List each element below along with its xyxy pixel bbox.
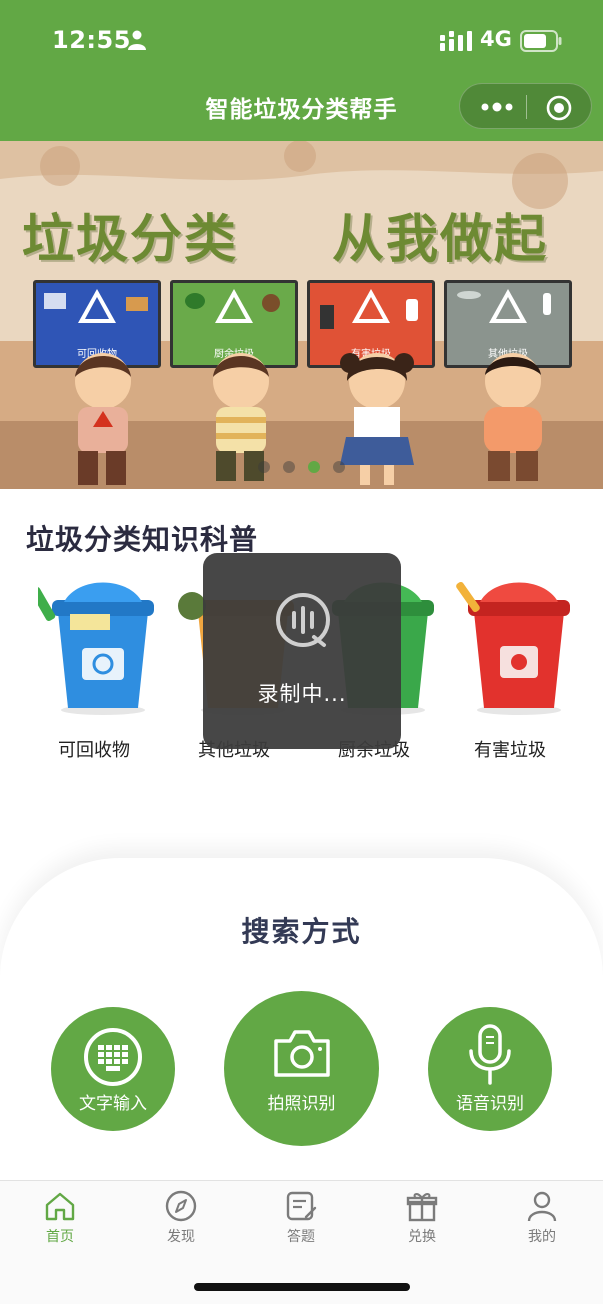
photo-recognition-button[interactable]: 拍照识别 xyxy=(224,991,379,1146)
status-time: 12:55 xyxy=(52,26,131,54)
search-methods-title: 搜索方式 xyxy=(241,915,362,948)
tab-discover-label: 发现 xyxy=(167,1229,195,1245)
recording-toast: 录制中... xyxy=(203,553,401,749)
header: 12:55 4G 智能垃圾分类帮手 xyxy=(0,0,603,141)
tab-discover[interactable]: 发现 xyxy=(141,1189,221,1246)
bin-label-recyclable: 可回收物 xyxy=(58,740,130,761)
status-bar: 12:55 4G xyxy=(0,0,603,80)
tab-exchange-label: 兑换 xyxy=(408,1229,436,1245)
banner-carousel[interactable]: 垃圾分类 从我做起 可回收物 厨余垃圾 有害垃圾 xyxy=(0,141,603,489)
home-indicator[interactable] xyxy=(194,1283,410,1291)
kid-illustration xyxy=(484,353,542,481)
kid-illustration xyxy=(75,353,131,485)
voice-recording-icon xyxy=(276,593,330,647)
capsule-divider xyxy=(526,95,527,119)
compass-icon xyxy=(165,1190,197,1222)
hazard-icon xyxy=(320,289,418,329)
more-icon[interactable] xyxy=(480,99,514,115)
tab-profile-label: 我的 xyxy=(528,1229,556,1245)
microphone-icon xyxy=(469,1024,511,1085)
signal-icon xyxy=(440,31,472,51)
banner-headline-right: 从我做起 xyxy=(332,210,549,270)
text-input-label: 文字输入 xyxy=(79,1094,147,1114)
user-icon xyxy=(527,1191,557,1222)
carousel-dot-active[interactable] xyxy=(308,461,320,473)
battery-icon xyxy=(520,30,562,52)
camera-icon xyxy=(274,1030,330,1077)
carousel-indicator xyxy=(258,461,345,473)
tab-quiz[interactable]: 答题 xyxy=(261,1189,341,1246)
knowledge-section-title: 垃圾分类知识科普 xyxy=(26,523,259,556)
network-type: 4G xyxy=(480,27,512,51)
voice-recognition-button[interactable]: 语音识别 xyxy=(428,1007,552,1131)
bin-recyclable[interactable] xyxy=(38,570,168,720)
recycle-icon xyxy=(44,289,148,323)
tab-exchange[interactable]: 兑换 xyxy=(382,1189,462,1246)
home-icon xyxy=(45,1192,75,1221)
bin-hazardous[interactable] xyxy=(454,570,584,720)
hazardous-bin-icon xyxy=(456,581,570,715)
carousel-dot[interactable] xyxy=(333,461,345,473)
quiz-icon xyxy=(286,1191,317,1221)
photo-recognition-label: 拍照识别 xyxy=(267,1094,336,1114)
mini-program-capsule xyxy=(459,83,592,129)
tab-profile[interactable]: 我的 xyxy=(502,1189,582,1246)
tab-quiz-label: 答题 xyxy=(287,1229,315,1245)
kitchen-waste-icon xyxy=(185,289,280,323)
recording-status-text: 录制中... xyxy=(257,682,347,706)
keyboard-icon xyxy=(84,1028,142,1086)
carousel-dot[interactable] xyxy=(258,461,270,473)
person-icon xyxy=(128,30,146,50)
close-target-icon[interactable] xyxy=(546,95,572,121)
bin-label-hazardous: 有害垃圾 xyxy=(474,740,546,761)
text-input-button[interactable]: 文字输入 xyxy=(51,1007,175,1131)
gift-icon xyxy=(406,1193,438,1222)
tab-home[interactable]: 首页 xyxy=(20,1189,100,1246)
voice-recognition-label: 语音识别 xyxy=(456,1094,524,1114)
tab-home-label: 首页 xyxy=(46,1229,74,1245)
other-waste-icon xyxy=(457,289,551,323)
banner-headline-left: 垃圾分类 xyxy=(22,210,239,270)
recyclable-bin-icon xyxy=(38,582,154,715)
carousel-dot[interactable] xyxy=(283,461,295,473)
